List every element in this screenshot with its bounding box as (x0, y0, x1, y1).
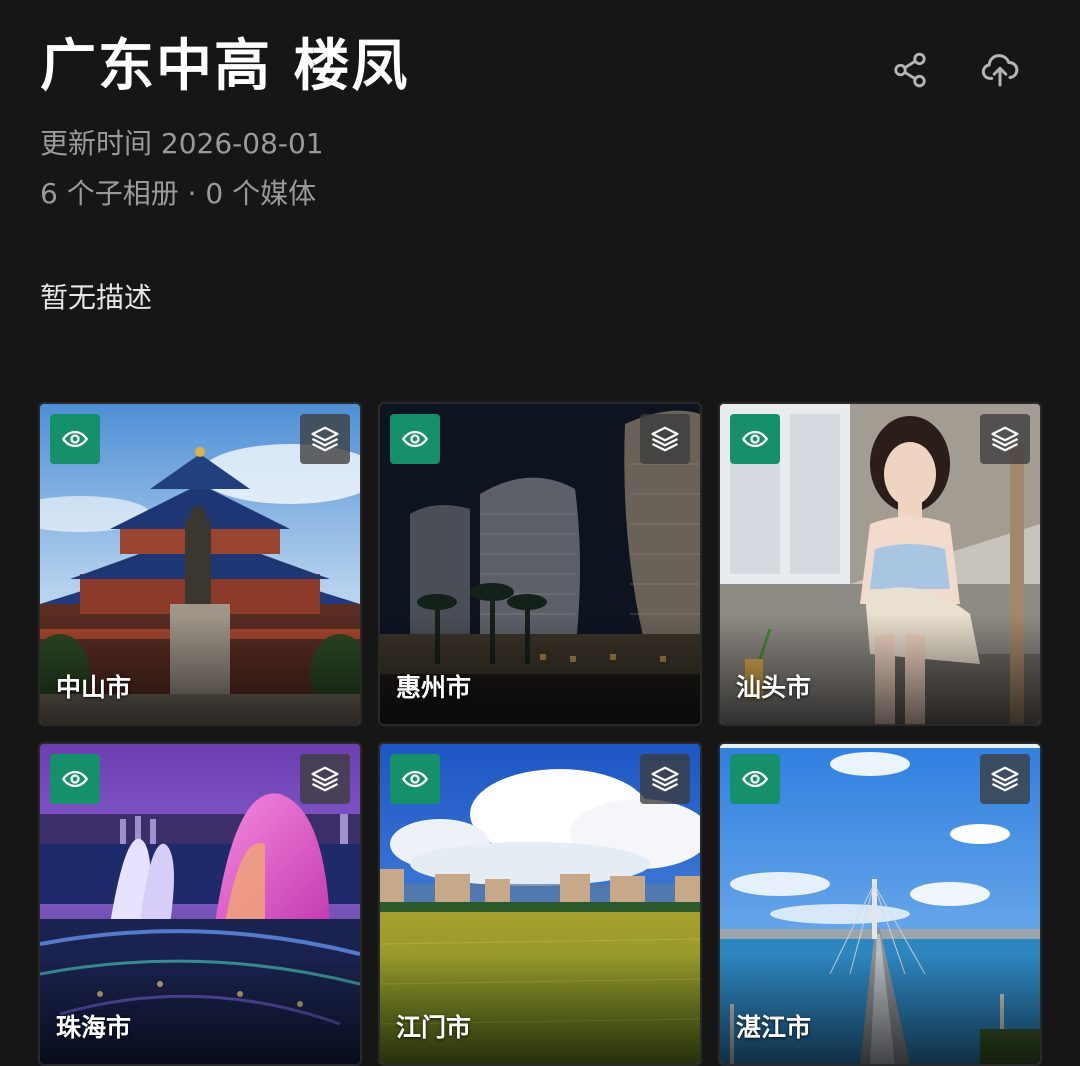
layers-badge (300, 754, 350, 804)
sub-album-label: 珠海市 (56, 1013, 132, 1042)
sub-album-card[interactable]: 珠海市 (38, 742, 362, 1066)
album-counts: 6 个子相册 · 0 个媒体 (40, 177, 317, 210)
sub-album-card[interactable]: 湛江市 (718, 742, 1042, 1066)
album-title: 广东中高 楼凤 (40, 34, 410, 99)
layers-badge (980, 414, 1030, 464)
eye-icon (401, 770, 429, 788)
view-button[interactable] (390, 754, 440, 804)
view-button[interactable] (50, 414, 100, 464)
layers-icon (311, 426, 339, 452)
layers-badge (980, 754, 1030, 804)
sub-album-label: 惠州市 (396, 673, 472, 702)
sub-album-label: 江门市 (396, 1013, 472, 1042)
layers-badge (300, 414, 350, 464)
layers-badge (640, 414, 690, 464)
updated-time: 更新时间 2026-08-01 (40, 127, 324, 160)
sub-album-label: 汕头市 (736, 673, 812, 702)
layers-icon (651, 426, 679, 452)
sub-album-card[interactable]: 江门市 (378, 742, 702, 1066)
view-button[interactable] (730, 414, 780, 464)
eye-icon (741, 430, 769, 448)
layers-icon (991, 426, 1019, 452)
view-button[interactable] (390, 414, 440, 464)
sub-album-card[interactable]: 惠州市 (378, 402, 702, 726)
layers-badge (640, 754, 690, 804)
sub-album-card[interactable]: 中山市 (38, 402, 362, 726)
album-page: 广东中高 楼凤 更新时间 2026-08-01 6 个子相册 · 0 个媒体 暂… (0, 0, 1080, 1066)
cloud-upload-icon (981, 54, 1019, 87)
upload-button[interactable] (970, 40, 1030, 100)
album-description: 暂无描述 (40, 281, 153, 314)
album-header: 广东中高 楼凤 (40, 30, 1040, 110)
eye-icon (61, 770, 89, 788)
view-button[interactable] (730, 754, 780, 804)
layers-icon (311, 766, 339, 792)
layers-icon (651, 766, 679, 792)
eye-icon (61, 430, 89, 448)
eye-icon (741, 770, 769, 788)
share-button[interactable] (880, 40, 940, 100)
eye-icon (401, 430, 429, 448)
sub-album-grid: 中山市 惠州市 汕头市 珠海市 江门市 湛江市 (38, 402, 1044, 1066)
sub-album-card[interactable]: 汕头市 (718, 402, 1042, 726)
share-icon (894, 52, 926, 88)
sub-album-label: 中山市 (56, 673, 132, 702)
view-button[interactable] (50, 754, 100, 804)
sub-album-label: 湛江市 (736, 1013, 812, 1042)
layers-icon (991, 766, 1019, 792)
